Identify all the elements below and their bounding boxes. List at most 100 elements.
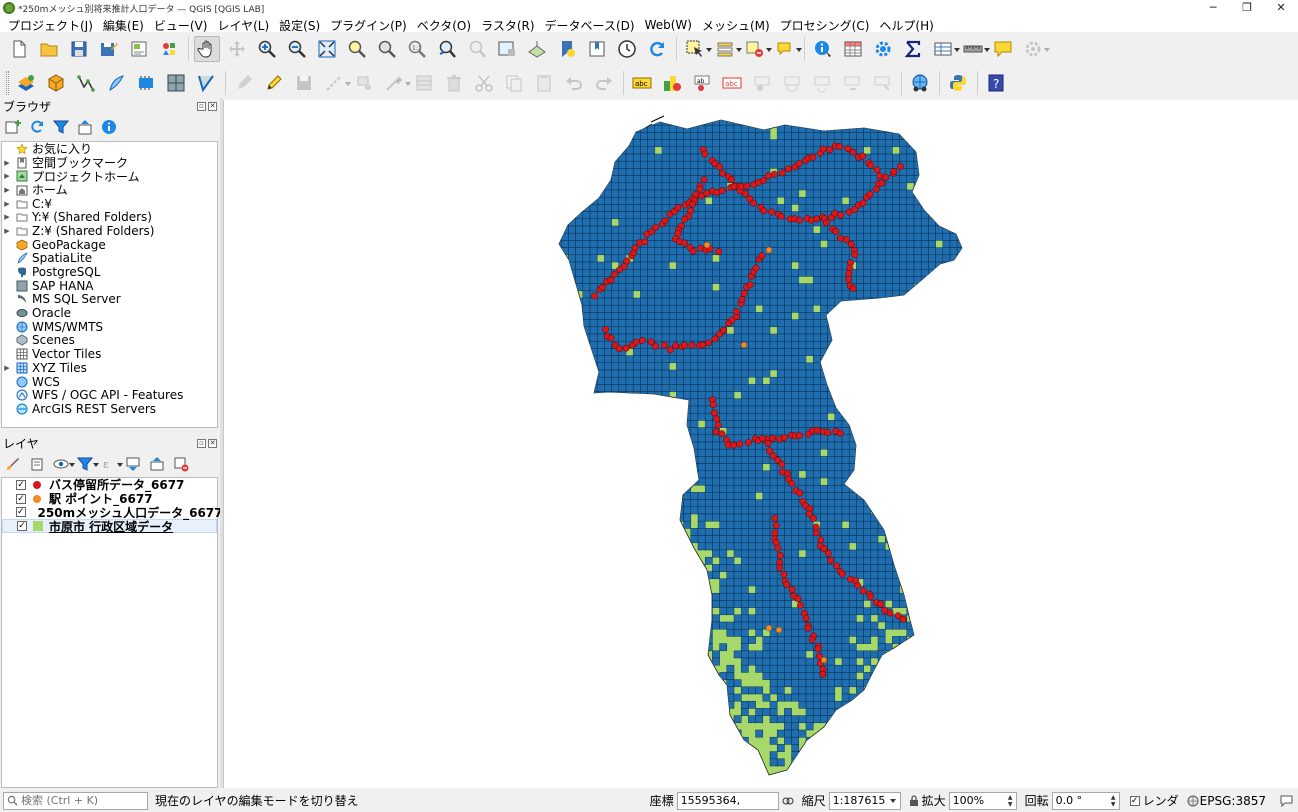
- layer-visibility-checkbox[interactable]: ✓: [16, 507, 26, 518]
- pan-map-button[interactable]: [194, 36, 220, 62]
- render-checkbox[interactable]: ✓: [1129, 795, 1140, 806]
- menu-layer[interactable]: レイヤ(L): [212, 17, 274, 34]
- menu-raster[interactable]: ラスタ(R): [476, 17, 539, 34]
- diagram-button[interactable]: [659, 70, 685, 96]
- menu-mesh[interactable]: メッシュ(M): [697, 17, 775, 34]
- menu-plugins[interactable]: プラグイン(P): [325, 17, 412, 34]
- plugin-settings-button[interactable]: [1020, 36, 1050, 62]
- pin-labels-button[interactable]: ab: [689, 70, 715, 96]
- expand-arrow-icon[interactable]: ▶: [2, 172, 12, 180]
- current-edits-button[interactable]: [231, 70, 257, 96]
- browser-add-layer-button[interactable]: [4, 118, 22, 136]
- menu-edit[interactable]: 編集(E): [98, 17, 149, 34]
- python-console-button[interactable]: [945, 70, 971, 96]
- new-3d-view-button[interactable]: [524, 36, 550, 62]
- digitize-line-button[interactable]: [321, 70, 351, 96]
- new-map-view-button[interactable]: [494, 36, 520, 62]
- label-toolbar-button[interactable]: abc: [629, 70, 655, 96]
- zoom-native-button[interactable]: 1:1: [404, 36, 430, 62]
- help-button[interactable]: ?: [983, 70, 1009, 96]
- zoom-full-button[interactable]: [314, 36, 340, 62]
- copy-features-button[interactable]: [501, 70, 527, 96]
- messages-icon[interactable]: [1280, 795, 1293, 807]
- expand-arrow-icon[interactable]: ▶: [2, 364, 12, 372]
- new-mesh-layer-button[interactable]: [193, 70, 219, 96]
- scale-combobox[interactable]: 1:187615: [828, 791, 901, 810]
- browser-collapse-button[interactable]: [76, 118, 94, 136]
- open-project-button[interactable]: [36, 36, 62, 62]
- remove-layer-button[interactable]: [172, 455, 190, 473]
- zoom-last-button[interactable]: [434, 36, 460, 62]
- zoom-out-button[interactable]: [284, 36, 310, 62]
- browser-item-oracle[interactable]: Oracle: [2, 306, 217, 320]
- browser-refresh-button[interactable]: [28, 118, 46, 136]
- rotation-spinbox[interactable]: 0.0 ° ▲ ▼: [1051, 791, 1120, 810]
- locator-search[interactable]: [3, 791, 148, 810]
- vertex-tool-button[interactable]: [351, 70, 377, 96]
- menu-project[interactable]: プロジェクト(J): [3, 17, 98, 34]
- select-features-button[interactable]: [682, 36, 712, 62]
- show-bookmarks-button[interactable]: [584, 36, 610, 62]
- browser-item-wcs[interactable]: WCS: [2, 375, 217, 389]
- menu-vector[interactable]: ベクタ(O): [412, 17, 476, 34]
- menu-processing[interactable]: プロセシング(C): [775, 17, 875, 34]
- zoom-next-button[interactable]: [464, 36, 490, 62]
- layer-visibility-checkbox[interactable]: ✓: [16, 479, 26, 490]
- menu-database[interactable]: データベース(D): [540, 17, 640, 34]
- manage-visibility-button[interactable]: [52, 455, 75, 473]
- browser-item-wfs[interactable]: WFS / OGC API - Features: [2, 388, 217, 402]
- show-hide-labels-button[interactable]: [779, 70, 805, 96]
- menu-view[interactable]: ビュー(V): [149, 17, 213, 34]
- browser-close-button[interactable]: ✕: [208, 102, 217, 111]
- pan-to-selection-button[interactable]: [224, 36, 250, 62]
- browser-item-drive-z[interactable]: ▶ Z:¥ (Shared Folders): [2, 224, 217, 238]
- edit-table-button[interactable]: [411, 70, 437, 96]
- new-temporary-layer-button[interactable]: [133, 70, 159, 96]
- minimize-button[interactable]: ─: [1196, 0, 1230, 16]
- highlight-labels-button[interactable]: abc: [719, 70, 745, 96]
- processing-toolbox-button[interactable]: [870, 36, 896, 62]
- coordinate-field[interactable]: 15595364, 4240779: [676, 791, 779, 812]
- cut-features-button[interactable]: [471, 70, 497, 96]
- browser-item-scenes[interactable]: Scenes: [2, 333, 217, 347]
- browser-item-sap-hana[interactable]: SAP HANA: [2, 279, 217, 293]
- expand-arrow-icon[interactable]: ▶: [2, 213, 12, 221]
- modify-attributes-button[interactable]: [381, 70, 411, 96]
- filter-legend-button[interactable]: [76, 455, 99, 473]
- menu-settings[interactable]: 設定(S): [274, 17, 325, 34]
- new-shapefile-layer-button[interactable]: [73, 70, 99, 96]
- browser-properties-button[interactable]: [100, 118, 118, 136]
- identify-features-button[interactable]: [810, 36, 836, 62]
- browser-item-drive-c[interactable]: ▶ C:¥: [2, 197, 217, 211]
- add-annotation-button[interactable]: [772, 36, 802, 62]
- paste-features-button[interactable]: [531, 70, 557, 96]
- browser-item-mssql[interactable]: MS SQL Server: [2, 292, 217, 306]
- browser-item-arcgis[interactable]: ArcGIS REST Servers: [2, 402, 217, 416]
- open-table-button[interactable]: [930, 36, 960, 62]
- map-tips-button[interactable]: [990, 36, 1016, 62]
- change-label-button[interactable]: [839, 70, 865, 96]
- zoom-layer-button[interactable]: [374, 36, 400, 62]
- layer-styling-button[interactable]: [4, 455, 22, 473]
- filter-expression-button[interactable]: ε: [100, 455, 123, 473]
- map-canvas[interactable]: [223, 100, 1298, 788]
- search-input[interactable]: [21, 794, 141, 807]
- lock-scale-icon[interactable]: [909, 795, 919, 806]
- new-spatialite-layer-button[interactable]: [103, 70, 129, 96]
- expand-arrow-icon[interactable]: ▶: [2, 186, 12, 194]
- new-geopackage-layer-button[interactable]: [43, 70, 69, 96]
- maximize-button[interactable]: ❐: [1230, 0, 1264, 16]
- expand-arrow-icon[interactable]: ▶: [2, 200, 12, 208]
- browser-float-button[interactable]: ▫: [197, 102, 206, 111]
- add-group-button[interactable]: [28, 455, 46, 473]
- browser-item-drive-y[interactable]: ▶ Y:¥ (Shared Folders): [2, 210, 217, 224]
- toggle-editing-button[interactable]: [261, 70, 287, 96]
- rotate-label-button[interactable]: [809, 70, 835, 96]
- browser-item-vector-tiles[interactable]: Vector Tiles: [2, 347, 217, 361]
- crs-button[interactable]: EPSG:3857: [1200, 794, 1266, 808]
- close-button[interactable]: ✕: [1264, 0, 1298, 16]
- redo-button[interactable]: [591, 70, 617, 96]
- save-project-button[interactable]: [66, 36, 92, 62]
- undo-button[interactable]: [561, 70, 587, 96]
- browser-item-wms[interactable]: WMS/WMTS: [2, 320, 217, 334]
